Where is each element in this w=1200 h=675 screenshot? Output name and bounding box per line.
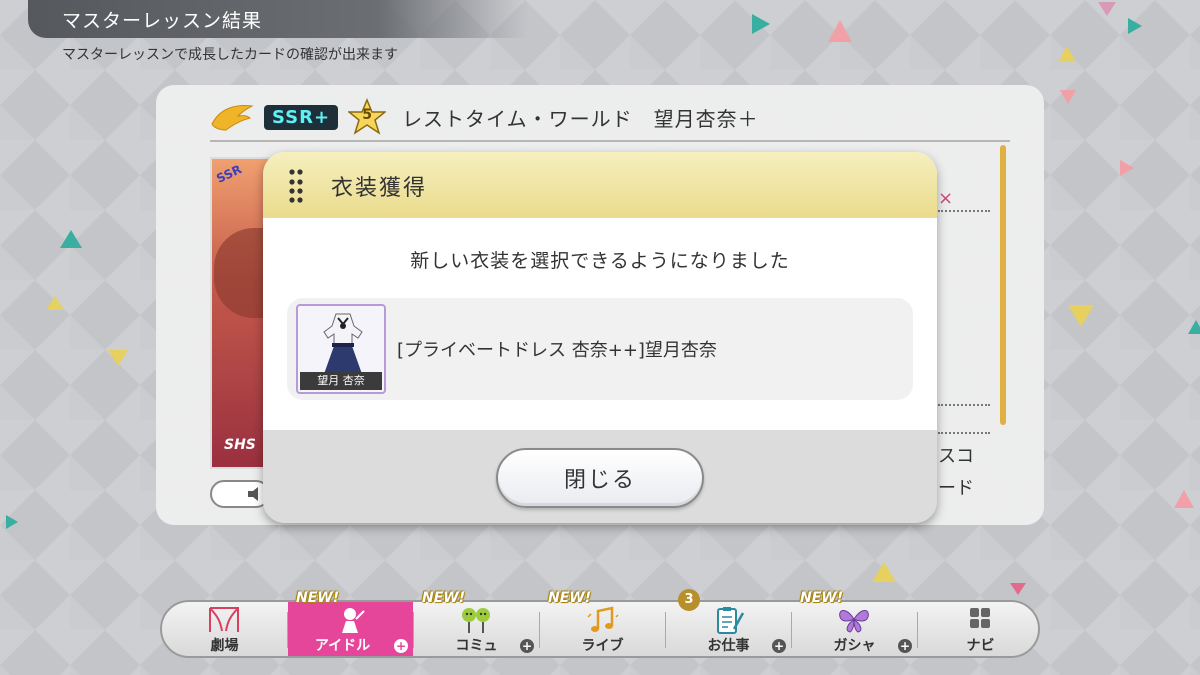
side-text: スコ xyxy=(938,446,974,467)
nav-label: ナビ xyxy=(966,638,995,654)
page-subtitle: マスターレッスンで成長したカードの確認が出来ます xyxy=(62,47,398,63)
rarity-badge: SSR+ xyxy=(264,104,339,130)
wing-icon xyxy=(211,105,254,131)
nav-label: ライブ xyxy=(581,638,624,654)
butterfly-icon xyxy=(839,610,869,633)
decor-triangle xyxy=(1058,46,1076,62)
decor-triangle xyxy=(1010,583,1026,595)
idol-icon xyxy=(342,608,365,633)
nav-commu[interactable]: コミュ + xyxy=(414,602,539,656)
decor-triangle xyxy=(752,14,770,34)
star-level: 5 xyxy=(362,107,372,123)
decor-triangle xyxy=(1060,90,1076,104)
nav-navi[interactable]: ナビ xyxy=(918,602,1043,656)
side-text: ード xyxy=(938,478,974,499)
decor-triangle xyxy=(108,350,128,366)
card-title: レストタイム・ワールド 望月杏奈＋ xyxy=(402,106,759,131)
new-badge: NEW! xyxy=(422,590,466,606)
costume-name: [プライベートドレス 杏奈++]望月杏奈 xyxy=(397,340,717,361)
dialog-footer: 閉じる xyxy=(263,430,937,523)
nav-gacha[interactable]: ガシャ + xyxy=(792,602,917,656)
nav-live[interactable]: ライブ xyxy=(540,602,665,656)
plus-icon: + xyxy=(520,639,534,653)
dotted-divider xyxy=(938,404,990,406)
voice-play-button[interactable] xyxy=(210,480,270,508)
costume-thumbnail-name: 望月 杏奈 xyxy=(300,372,382,390)
plus-icon: + xyxy=(898,639,912,653)
dialog-title: 衣装獲得 xyxy=(331,176,428,201)
nav-theater[interactable]: 劇場 xyxy=(162,602,287,656)
new-badge: NEW! xyxy=(548,590,592,606)
page-title: マスターレッスン結果 xyxy=(62,10,263,32)
costume-thumbnail: 望月 杏奈 xyxy=(296,304,386,394)
dialog-message: 新しい衣装を選択できるようになりました xyxy=(410,250,790,272)
grip-icon xyxy=(289,169,303,203)
plus-icon: + xyxy=(394,639,408,653)
card-header: SSR+ 5 レストタイム・ワールド 望月杏奈＋ xyxy=(210,95,759,139)
decor-triangle xyxy=(1174,490,1194,508)
decor-triangle xyxy=(828,20,852,42)
decor-triangle xyxy=(1068,305,1094,327)
side-mark: × xyxy=(938,188,954,209)
theater-curtain-icon xyxy=(209,607,239,632)
decor-triangle xyxy=(1188,320,1200,334)
card-art-bottom-label: SHS xyxy=(224,437,256,453)
new-badge: NEW! xyxy=(800,590,844,606)
dotted-divider xyxy=(938,210,990,212)
decor-triangle xyxy=(1098,2,1116,16)
notification-count-badge: 3 xyxy=(678,589,700,611)
card-divider xyxy=(210,140,1010,142)
scrollbar[interactable] xyxy=(1000,145,1006,425)
new-badge: NEW! xyxy=(296,590,340,606)
star-level-badge: 5 xyxy=(346,98,388,136)
clipboard-icon xyxy=(717,607,745,634)
decor-triangle xyxy=(6,515,18,529)
music-note-icon xyxy=(587,606,619,632)
commu-icon xyxy=(462,608,490,633)
costume-item-row: 望月 杏奈 [プライベートドレス 杏奈++]望月杏奈 xyxy=(287,298,913,400)
dotted-divider xyxy=(938,432,990,434)
dress-icon xyxy=(323,313,363,374)
nav-idol[interactable]: アイドル + xyxy=(288,602,413,656)
dialog-body: 新しい衣装を選択できるようになりました 望月 杏奈 [プライベートドレス 杏奈+… xyxy=(263,218,937,430)
dialog-header: 衣装獲得 xyxy=(263,152,937,218)
card-art-label: SSR xyxy=(214,162,244,186)
bottom-nav: 劇場 アイドル + NEW! コミュ + NEW! ライブ NEW! お仕事 +… xyxy=(160,589,1043,658)
decor-triangle xyxy=(46,296,64,310)
nav-label: 劇場 xyxy=(210,638,239,654)
decor-triangle xyxy=(60,230,82,248)
decor-triangle xyxy=(1120,160,1134,176)
nav-label: アイドル xyxy=(314,638,371,654)
grid-icon xyxy=(970,608,990,628)
close-button[interactable]: 閉じる xyxy=(496,448,704,508)
decor-triangle xyxy=(1128,18,1142,34)
plus-icon: + xyxy=(772,639,786,653)
decor-triangle xyxy=(872,562,896,582)
costume-acquired-dialog: 衣装獲得 新しい衣装を選択できるようになりました 望月 杏奈 [プライベートドレ… xyxy=(263,152,937,523)
